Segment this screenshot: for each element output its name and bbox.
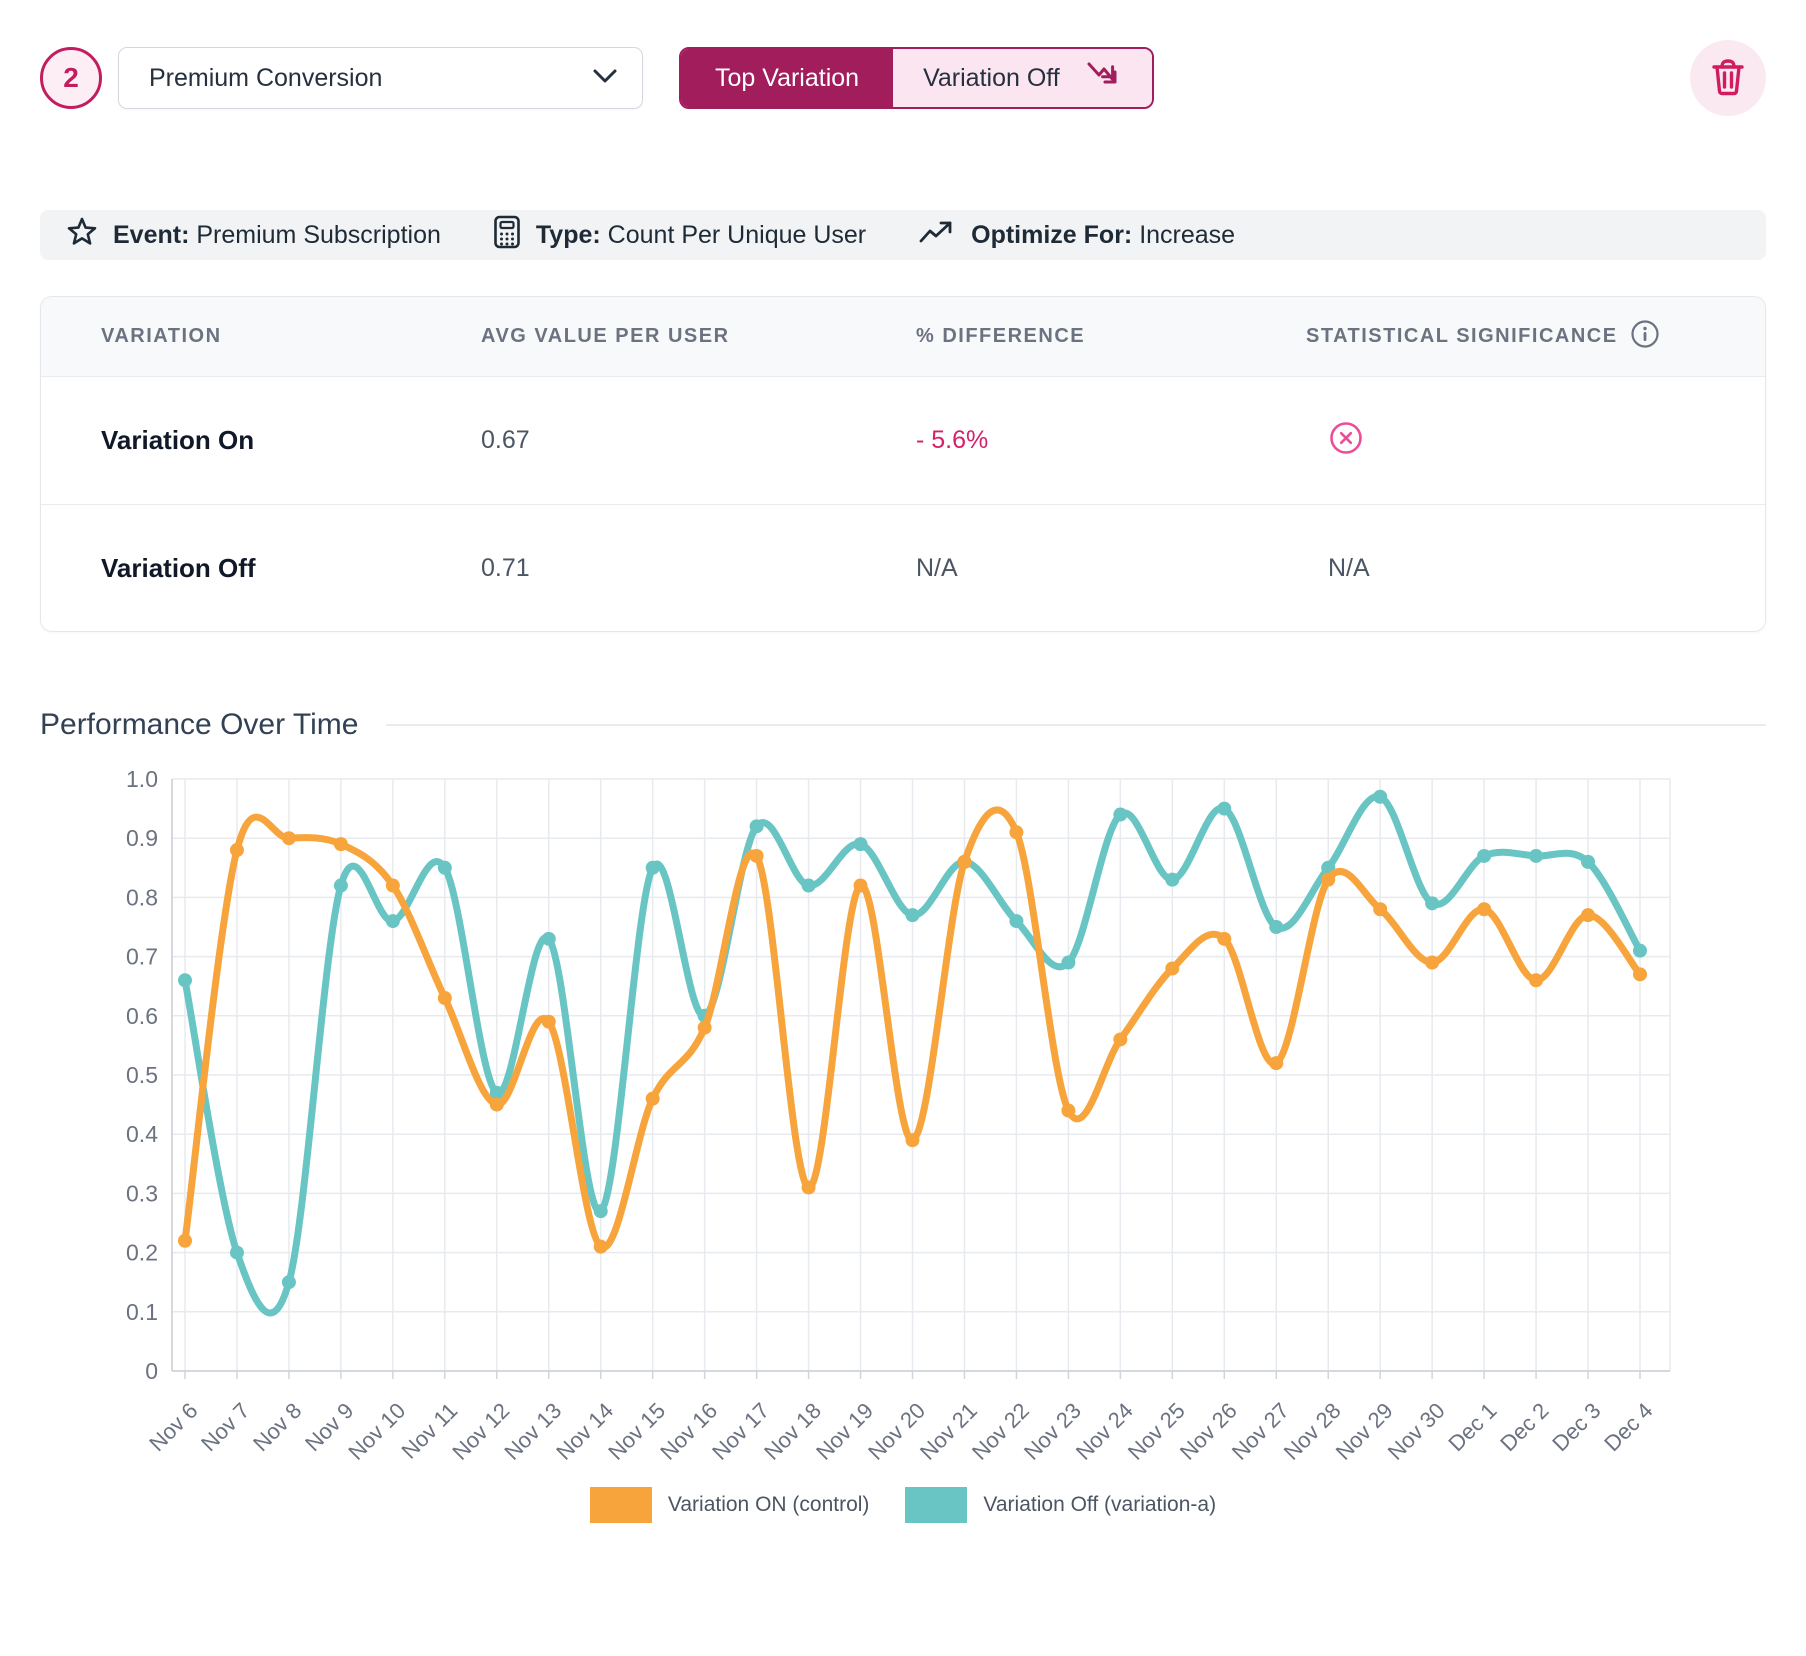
- results-table: VARIATION AVG VALUE PER USER % DIFFERENC…: [40, 296, 1766, 632]
- delete-metric-button[interactable]: [1690, 40, 1766, 116]
- legend-swatch-orange: [590, 1487, 652, 1523]
- performance-chart: 00.10.20.30.40.50.60.70.80.91.0Nov 6Nov …: [40, 764, 1766, 1523]
- top-variation-label: Top Variation: [715, 64, 859, 93]
- svg-text:Nov 12: Nov 12: [447, 1398, 514, 1465]
- svg-text:0.9: 0.9: [126, 825, 158, 851]
- type-label: Type:: [536, 221, 601, 249]
- svg-text:0.3: 0.3: [126, 1180, 158, 1206]
- svg-text:1.0: 1.0: [126, 766, 158, 792]
- svg-text:0.1: 0.1: [126, 1299, 158, 1325]
- table-row-variation-off: Variation Off 0.71 N/A N/A: [41, 504, 1765, 631]
- metric-dropdown-value: Premium Conversion: [149, 64, 592, 93]
- optimize-label: Optimize For:: [971, 221, 1132, 249]
- metric-index-badge: 2: [40, 47, 102, 109]
- top-variation-button[interactable]: Top Variation: [681, 49, 893, 107]
- svg-text:Nov 20: Nov 20: [863, 1398, 930, 1465]
- top-control-row: 2 Premium Conversion Top Variation Varia…: [40, 46, 1766, 110]
- calculator-icon: [493, 215, 521, 256]
- star-icon: [66, 216, 98, 255]
- type-value: Count Per Unique User: [608, 221, 866, 249]
- svg-text:0: 0: [145, 1358, 158, 1384]
- table-row-variation-on: Variation On 0.67 - 5.6%: [41, 377, 1765, 504]
- row1-significance: [1306, 420, 1765, 461]
- svg-text:Nov 18: Nov 18: [759, 1398, 826, 1465]
- svg-text:Nov 8: Nov 8: [248, 1398, 306, 1456]
- col-header-variation: VARIATION: [41, 325, 481, 348]
- metric-info-bar: Event: Premium Subscription Type: Count …: [40, 210, 1766, 260]
- svg-text:Nov 25: Nov 25: [1123, 1398, 1190, 1465]
- svg-text:Nov 23: Nov 23: [1019, 1398, 1086, 1465]
- svg-text:0.8: 0.8: [126, 884, 158, 910]
- svg-text:Nov 16: Nov 16: [655, 1398, 722, 1465]
- svg-text:Nov 21: Nov 21: [915, 1398, 982, 1465]
- svg-text:0.2: 0.2: [126, 1240, 158, 1266]
- svg-text:Nov 15: Nov 15: [603, 1398, 670, 1465]
- variation-off-button[interactable]: Variation Off: [893, 49, 1152, 107]
- legend-label-variation-off: Variation Off (variation-a): [983, 1493, 1216, 1517]
- variation-off-label: Variation Off: [923, 64, 1060, 93]
- section-divider: [386, 724, 1766, 726]
- trend-up-icon: [918, 219, 956, 252]
- optimize-value: Increase: [1139, 221, 1235, 249]
- svg-text:Nov 7: Nov 7: [196, 1398, 254, 1456]
- svg-text:0.4: 0.4: [126, 1121, 158, 1147]
- x-circle-icon: [1328, 420, 1364, 461]
- event-info: Event: Premium Subscription: [66, 216, 441, 255]
- trend-down-icon: [1086, 61, 1122, 96]
- section-title: Performance Over Time: [40, 708, 358, 742]
- row2-diff-value: N/A: [916, 554, 1306, 583]
- chart-legend: Variation ON (control) Variation Off (va…: [40, 1487, 1766, 1523]
- svg-text:0.7: 0.7: [126, 944, 158, 970]
- svg-text:Nov 19: Nov 19: [811, 1398, 878, 1465]
- svg-text:Nov 29: Nov 29: [1331, 1398, 1398, 1465]
- legend-swatch-teal: [905, 1487, 967, 1523]
- svg-text:0.5: 0.5: [126, 1062, 158, 1088]
- svg-text:Nov 27: Nov 27: [1227, 1398, 1294, 1465]
- row2-avg-value: 0.71: [481, 554, 916, 583]
- svg-text:Nov 22: Nov 22: [967, 1398, 1034, 1465]
- legend-item-variation-on[interactable]: Variation ON (control): [590, 1487, 870, 1523]
- svg-text:Nov 28: Nov 28: [1279, 1398, 1346, 1465]
- row1-diff-value: - 5.6%: [916, 426, 1306, 455]
- performance-section-header: Performance Over Time: [40, 708, 1766, 742]
- svg-text:Nov 14: Nov 14: [551, 1398, 618, 1465]
- svg-text:Nov 11: Nov 11: [397, 1398, 463, 1464]
- metric-dropdown[interactable]: Premium Conversion: [118, 47, 643, 109]
- svg-text:Nov 24: Nov 24: [1071, 1398, 1138, 1465]
- svg-text:Nov 13: Nov 13: [499, 1398, 566, 1465]
- col-header-avg: AVG VALUE PER USER: [481, 325, 916, 348]
- svg-text:Nov 30: Nov 30: [1383, 1398, 1450, 1465]
- svg-text:Dec 4: Dec 4: [1599, 1398, 1657, 1456]
- col-header-significance: STATISTICAL SIGNIFICANCE: [1306, 319, 1765, 355]
- metric-index-number: 2: [63, 62, 79, 94]
- col-header-significance-label: STATISTICAL SIGNIFICANCE: [1306, 325, 1618, 348]
- svg-text:Nov 10: Nov 10: [343, 1398, 410, 1465]
- line-chart-canvas[interactable]: 00.10.20.30.40.50.60.70.80.91.0Nov 6Nov …: [40, 764, 1766, 1476]
- svg-text:Nov 17: Nov 17: [707, 1398, 774, 1465]
- row1-variation-name: Variation On: [41, 425, 481, 456]
- row2-significance: N/A: [1306, 554, 1765, 583]
- info-icon[interactable]: [1630, 319, 1660, 355]
- svg-text:Nov 6: Nov 6: [144, 1398, 202, 1456]
- chevron-down-icon: [592, 68, 618, 89]
- type-info: Type: Count Per Unique User: [493, 215, 866, 256]
- svg-text:Dec 1: Dec 1: [1443, 1398, 1501, 1456]
- experiment-panel: 2 Premium Conversion Top Variation Varia…: [0, 46, 1806, 1656]
- legend-item-variation-off[interactable]: Variation Off (variation-a): [905, 1487, 1216, 1523]
- optimize-info: Optimize For: Increase: [918, 219, 1235, 252]
- col-header-diff: % DIFFERENCE: [916, 325, 1306, 348]
- svg-text:Dec 3: Dec 3: [1547, 1398, 1605, 1456]
- row1-avg-value: 0.67: [481, 426, 916, 455]
- event-value: Premium Subscription: [196, 221, 441, 249]
- row2-variation-name: Variation Off: [41, 553, 481, 584]
- svg-text:Nov 26: Nov 26: [1175, 1398, 1242, 1465]
- variation-segmented-control: Top Variation Variation Off: [679, 47, 1154, 109]
- table-header-row: VARIATION AVG VALUE PER USER % DIFFERENC…: [41, 297, 1765, 377]
- svg-text:0.6: 0.6: [126, 1003, 158, 1029]
- trash-icon: [1711, 58, 1745, 99]
- svg-text:Dec 2: Dec 2: [1495, 1398, 1553, 1456]
- event-label: Event:: [113, 221, 189, 249]
- legend-label-variation-on: Variation ON (control): [668, 1493, 870, 1517]
